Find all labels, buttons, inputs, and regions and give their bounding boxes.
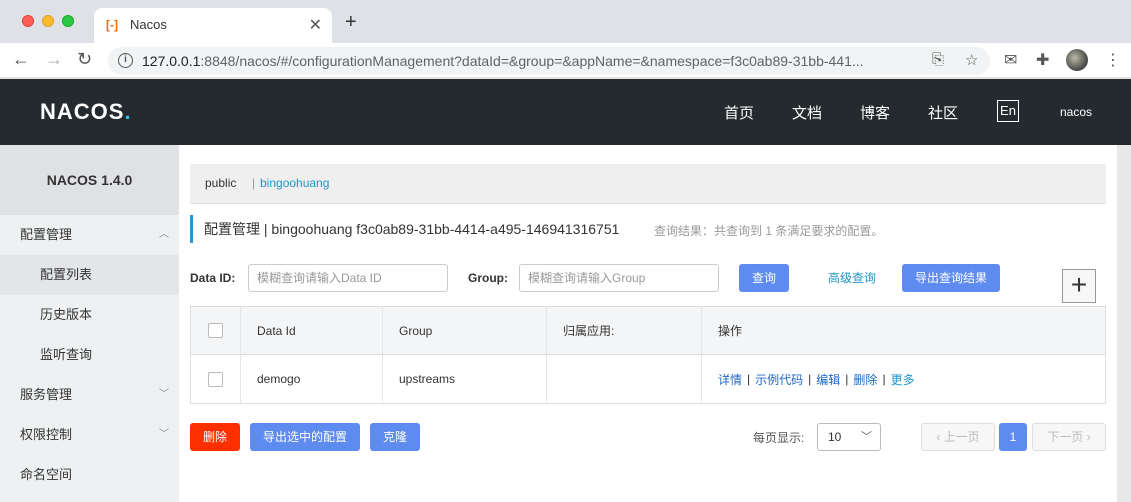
edit-link[interactable]: 编辑 bbox=[816, 371, 840, 388]
chevron-down-icon: ﹀ bbox=[159, 429, 169, 440]
group-search-input[interactable] bbox=[519, 264, 719, 292]
sidebar-item-namespace[interactable]: 命名空间 bbox=[0, 455, 179, 495]
nacos-logo[interactable]: NACOS. bbox=[40, 99, 132, 125]
nav-blog[interactable]: 博客 bbox=[860, 102, 890, 123]
page-scroll-gutter bbox=[1117, 145, 1131, 502]
page-size-label: 每页显示: bbox=[753, 431, 805, 445]
chevron-down-icon: ﹀ bbox=[861, 431, 872, 443]
config-table: Data Id Group 归属应用: 操作 demogo upstreams … bbox=[190, 306, 1106, 404]
advanced-search-link[interactable]: 高级查询 bbox=[819, 264, 885, 292]
details-link[interactable]: 详情 bbox=[718, 371, 742, 388]
export-selected-button[interactable]: 导出选中的配置 bbox=[250, 423, 360, 451]
chevron-up-icon: ︿ bbox=[159, 229, 169, 240]
sample-code-link[interactable]: 示例代码 bbox=[755, 371, 803, 388]
more-link[interactable]: 更多 bbox=[891, 371, 915, 388]
info-icon[interactable]: i bbox=[118, 53, 133, 68]
maximize-window-button[interactable] bbox=[62, 15, 74, 27]
column-header-dataid[interactable]: Data Id bbox=[241, 307, 383, 354]
column-header-group[interactable]: Group bbox=[383, 307, 547, 354]
namespace-bar: public | bingoohuang bbox=[190, 164, 1106, 204]
address-toolbar: ← → ↻ i 127.0.0.1:8848/nacos/#/configura… bbox=[0, 43, 1131, 78]
more-menu-icon[interactable]: ⋮ bbox=[1105, 50, 1121, 70]
app-header: NACOS. 首页 文档 博客 社区 En nacos bbox=[0, 79, 1131, 145]
new-tab-icon[interactable]: + bbox=[345, 11, 357, 34]
dataid-search-input[interactable] bbox=[248, 264, 448, 292]
sidebar-item-label: 命名空间 bbox=[20, 467, 73, 482]
row-checkbox[interactable] bbox=[208, 371, 223, 387]
query-result-text: 查询结果：共查询到 1 条满足要求的配置。 bbox=[654, 224, 884, 238]
mail-extension-icon[interactable]: ✉ bbox=[1004, 50, 1017, 70]
namespace-public-link[interactable]: public bbox=[205, 176, 236, 190]
close-window-button[interactable] bbox=[22, 15, 34, 27]
add-config-button[interactable]: + bbox=[1062, 269, 1096, 303]
sidebar: NACOS 1.4.0 配置管理 ︿ 配置列表 历史版本 监听查询 服务管理 ﹀… bbox=[0, 145, 179, 502]
browser-tabbar: [-] Nacos ✕ + bbox=[0, 0, 1131, 43]
translate-icon[interactable]: ⎘ bbox=[932, 51, 944, 68]
table-header: Data Id Group 归属应用: 操作 bbox=[191, 307, 1105, 355]
extensions-puzzle-icon[interactable]: ✚ bbox=[1036, 50, 1049, 70]
delete-link[interactable]: 删除 bbox=[853, 371, 877, 388]
clone-button[interactable]: 克隆 bbox=[370, 423, 420, 451]
sidebar-item-label: 服务管理 bbox=[20, 387, 73, 402]
cell-group: upstreams bbox=[383, 355, 547, 403]
bookmark-star-icon[interactable]: ☆ bbox=[965, 51, 978, 69]
sidebar-item-label: 配置列表 bbox=[40, 267, 93, 282]
next-page-label: 下一页 bbox=[1047, 430, 1084, 444]
cell-dataid: demogo bbox=[241, 355, 383, 403]
sidebar-item-label: 监听查询 bbox=[40, 347, 93, 362]
language-switch-button[interactable]: En bbox=[997, 100, 1019, 122]
dataid-label: Data ID: bbox=[190, 271, 236, 285]
close-tab-icon[interactable]: ✕ bbox=[309, 15, 322, 35]
next-page-button[interactable]: 下一页 › bbox=[1032, 423, 1106, 451]
namespace-separator: | bbox=[252, 176, 256, 190]
sidebar-item-config-list[interactable]: 配置列表 bbox=[0, 255, 179, 295]
column-header-app: 归属应用: bbox=[547, 307, 702, 354]
sidebar-item-label: 权限控制 bbox=[20, 427, 73, 442]
table-row: demogo upstreams 详情 | 示例代码 | 编辑 | 删除 | 更多 bbox=[191, 355, 1105, 403]
delete-button[interactable]: 删除 bbox=[190, 423, 240, 451]
sidebar-item-label: 历史版本 bbox=[40, 307, 93, 322]
forward-arrow-icon[interactable]: → bbox=[45, 49, 63, 70]
search-button[interactable]: 查询 bbox=[739, 264, 789, 292]
page-size-select[interactable]: 10 ﹀ bbox=[817, 423, 881, 451]
browser-tab[interactable]: [-] Nacos ✕ bbox=[94, 8, 332, 43]
user-name[interactable]: nacos bbox=[1060, 105, 1092, 119]
sidebar-title: NACOS 1.4.0 bbox=[0, 145, 179, 215]
page-size-value: 10 bbox=[828, 430, 842, 444]
prev-page-label: 上一页 bbox=[943, 430, 980, 444]
select-all-checkbox[interactable] bbox=[208, 323, 223, 338]
url-bar[interactable]: i 127.0.0.1:8848/nacos/#/configurationMa… bbox=[108, 47, 990, 75]
back-arrow-icon[interactable]: ← bbox=[12, 49, 30, 70]
nav-home[interactable]: 首页 bbox=[724, 102, 754, 123]
column-header-operations: 操作 bbox=[718, 324, 743, 338]
minimize-window-button[interactable] bbox=[42, 15, 54, 27]
cell-operations: 详情 | 示例代码 | 编辑 | 删除 | 更多 bbox=[718, 371, 915, 388]
nacos-favicon-icon: [-] bbox=[106, 18, 118, 32]
sidebar-item-listener-query[interactable]: 监听查询 bbox=[0, 335, 179, 375]
sidebar-item-service-management[interactable]: 服务管理 ﹀ bbox=[0, 375, 179, 415]
url-text: 127.0.0.1:8848/nacos/#/configurationMana… bbox=[142, 53, 864, 69]
main-content: public | bingoohuang 配置管理 | bingoohuang … bbox=[179, 145, 1117, 502]
prev-page-button[interactable]: ‹ 上一页 bbox=[921, 423, 995, 451]
page-title-block: 配置管理 | bingoohuang f3c0ab89-31bb-4414-a4… bbox=[190, 215, 619, 243]
group-label: Group: bbox=[468, 271, 508, 285]
profile-avatar[interactable] bbox=[1066, 49, 1088, 71]
cell-app bbox=[547, 355, 702, 403]
export-query-results-button[interactable]: 导出查询结果 bbox=[902, 264, 1000, 292]
page-title: 配置管理 | bingoohuang f3c0ab89-31bb-4414-a4… bbox=[204, 221, 620, 237]
tab-title: Nacos bbox=[130, 17, 167, 32]
sidebar-item-config-management[interactable]: 配置管理 ︿ bbox=[0, 215, 179, 255]
sidebar-item-history[interactable]: 历史版本 bbox=[0, 295, 179, 335]
nav-community[interactable]: 社区 bbox=[928, 102, 958, 123]
page-number-button[interactable]: 1 bbox=[999, 423, 1027, 451]
chevron-down-icon: ﹀ bbox=[159, 389, 169, 400]
sidebar-item-label: 配置管理 bbox=[20, 227, 73, 242]
namespace-current-link[interactable]: bingoohuang bbox=[260, 176, 329, 190]
nav-docs[interactable]: 文档 bbox=[792, 102, 822, 123]
reload-icon[interactable]: ↻ bbox=[77, 49, 92, 70]
sidebar-item-access-control[interactable]: 权限控制 ﹀ bbox=[0, 415, 179, 455]
